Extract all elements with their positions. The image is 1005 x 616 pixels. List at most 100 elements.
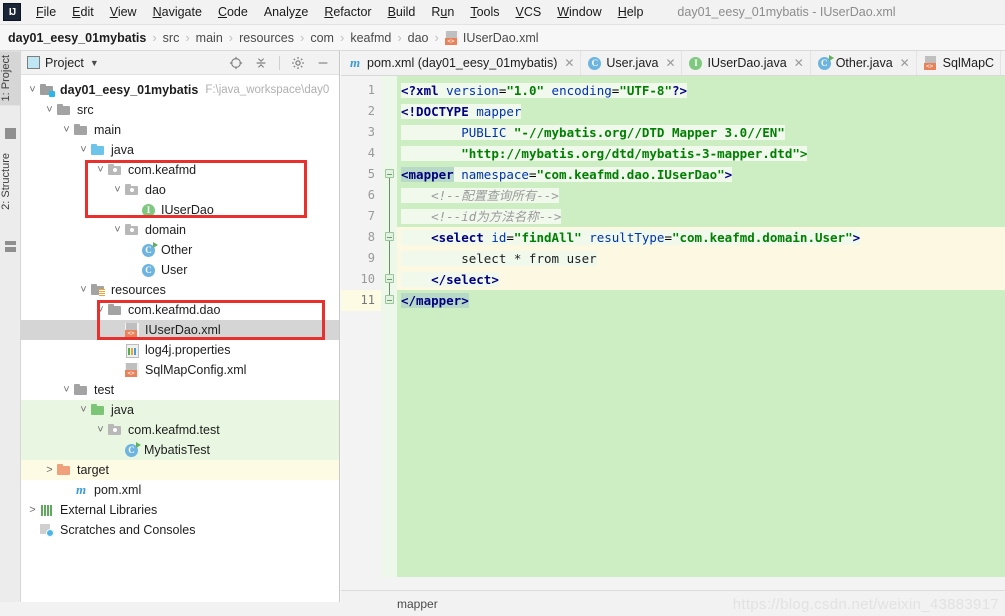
tree-node-com-keafmd[interactable]: ˅ com.keafmd xyxy=(21,160,339,180)
code-line[interactable]: "http://mybatis.org/dtd/mybatis-3-mapper… xyxy=(397,143,1005,164)
menu-item-navigate[interactable]: Navigate xyxy=(145,2,210,22)
chevron-down-icon[interactable]: ˅ xyxy=(78,404,89,416)
chevron-down-icon[interactable]: ˅ xyxy=(95,424,106,436)
tree-node-com-keafmd-test[interactable]: ˅ com.keafmd.test xyxy=(21,420,339,440)
menu-item-analyze[interactable]: Analyze xyxy=(256,2,316,22)
close-icon[interactable]: ✕ xyxy=(665,56,675,70)
tree-node-day01-eesy-01mybatis[interactable]: ˅ day01_eesy_01mybatis F:\java_workspace\d… xyxy=(21,80,339,100)
code-line[interactable]: <mapper namespace="com.keafmd.dao.IUserD… xyxy=(397,164,1005,185)
breadcrumb-item-dao[interactable]: dao xyxy=(408,31,429,45)
fold-marker[interactable] xyxy=(385,232,394,241)
chevron-down-icon[interactable]: ˅ xyxy=(95,304,106,316)
code-line[interactable]: </mapper> xyxy=(397,290,1005,311)
chevron-down-icon[interactable]: ˅ xyxy=(78,144,89,156)
fold-marker[interactable] xyxy=(385,274,394,283)
code-line[interactable]: select * from user xyxy=(397,248,1005,269)
tree-node-pom-xml[interactable]: m pom.xml xyxy=(21,480,339,500)
tree-node-dao[interactable]: ˅ dao xyxy=(21,180,339,200)
tree-node-log4j-properties[interactable]: log4j.properties xyxy=(21,340,339,360)
close-icon[interactable]: ✕ xyxy=(900,56,910,70)
menu-item-build[interactable]: Build xyxy=(380,2,424,22)
chevron-down-icon[interactable]: ˅ xyxy=(112,224,123,236)
chevron-down-icon[interactable]: ˅ xyxy=(112,184,123,196)
tree-node-iuserdao-xml[interactable]: IUserDao.xml xyxy=(21,320,339,340)
editor-tab-pom.xml-day01-eesy-01mybatis-[interactable]: m pom.xml (day01_eesy_01mybatis) ✕ xyxy=(341,51,582,75)
code-line[interactable]: </select> xyxy=(397,269,1005,290)
menu-item-vcs[interactable]: VCS xyxy=(508,2,550,22)
menu-item-window[interactable]: Window xyxy=(549,2,609,22)
tree-node-com-keafmd-dao[interactable]: ˅ com.keafmd.dao xyxy=(21,300,339,320)
chevron-down-icon[interactable]: ˅ xyxy=(78,284,89,296)
tree-node-iuserdao[interactable]: I IUserDao xyxy=(21,200,339,220)
collapse-all-icon[interactable] xyxy=(254,56,268,70)
code-folding-column[interactable] xyxy=(381,76,397,594)
tree-node-main[interactable]: ˅ main xyxy=(21,120,339,140)
tree-node-resources[interactable]: ˅ resources xyxy=(21,280,339,300)
chevron-down-icon[interactable]: ˅ xyxy=(61,124,72,136)
breadcrumb-item-keafmd[interactable]: keafmd xyxy=(350,31,391,45)
menu-item-code[interactable]: Code xyxy=(210,2,256,22)
editor-horizontal-scrollbar[interactable] xyxy=(341,577,1005,590)
editor-tab-iuserdao.java[interactable]: I IUserDao.java ✕ xyxy=(682,51,811,75)
tree-node-scratches-and-consoles[interactable]: Scratches and Consoles xyxy=(21,520,339,540)
code-editor[interactable]: 1 2 3 4 5 6 7 8 9 10 11 <?xml version="1.0" encodi… xyxy=(341,76,1005,594)
menu-item-tools[interactable]: Tools xyxy=(462,2,507,22)
breadcrumb-item-resources[interactable]: resources xyxy=(239,31,294,45)
breadcrumb-item-src[interactable]: src xyxy=(163,31,180,45)
tree-node-src[interactable]: ˅ src xyxy=(21,100,339,120)
code-line[interactable]: <!--配置查询所有--> xyxy=(397,185,1005,206)
menu-item-file[interactable]: File xyxy=(28,2,64,22)
tree-node-java[interactable]: ˅ java xyxy=(21,400,339,420)
chevron-down-icon[interactable]: ˅ xyxy=(27,84,38,96)
bottom-left-filler xyxy=(0,602,341,616)
tree-node-user[interactable]: C User xyxy=(21,260,339,280)
settings-gear-icon[interactable] xyxy=(291,56,305,70)
code-line[interactable]: <!DOCTYPE mapper xyxy=(397,101,1005,122)
sidebar-item-structure[interactable]: 2: Structure xyxy=(0,149,21,214)
menu-item-help[interactable]: Help xyxy=(610,2,652,22)
breadcrumb-separator: › xyxy=(152,30,157,45)
menu-item-run[interactable]: Run xyxy=(423,2,462,22)
chevron-right-icon[interactable]: ˃ xyxy=(44,464,55,476)
editor-area: m pom.xml (day01_eesy_01mybatis) ✕ C User.ja… xyxy=(341,51,1005,616)
tree-node-domain[interactable]: ˅ domain xyxy=(21,220,339,240)
chevron-right-icon[interactable]: ˃ xyxy=(27,504,38,516)
chevron-down-icon[interactable]: ▼ xyxy=(90,58,99,68)
chevron-down-icon[interactable]: ˅ xyxy=(95,164,106,176)
code-content[interactable]: <?xml version="1.0" encoding="UTF-8"?> <!… xyxy=(397,76,1005,594)
locate-icon[interactable] xyxy=(229,56,243,70)
tree-node-target[interactable]: ˃ target xyxy=(21,460,339,480)
breadcrumb-item-main[interactable]: main xyxy=(196,31,223,45)
breadcrumb-item-iuserdao.xml[interactable]: IUserDao.xml xyxy=(444,30,539,45)
menu-item-view[interactable]: View xyxy=(102,2,145,22)
editor-tab-label: IUserDao.java xyxy=(707,56,787,70)
tree-node-java[interactable]: ˅ java xyxy=(21,140,339,160)
menu-item-edit[interactable]: Edit xyxy=(64,2,102,22)
code-line[interactable]: <?xml version="1.0" encoding="UTF-8"?> xyxy=(397,80,1005,101)
chevron-down-icon[interactable]: ˅ xyxy=(44,104,55,116)
fold-marker[interactable] xyxy=(385,169,394,178)
tree-node-mybatistest[interactable]: C MybatisTest xyxy=(21,440,339,460)
tree-node-test[interactable]: ˅ test xyxy=(21,380,339,400)
close-icon[interactable]: ✕ xyxy=(794,56,804,70)
tree-node-external-libraries[interactable]: ˃ External Libraries xyxy=(21,500,339,520)
editor-tab-user.java[interactable]: C User.java ✕ xyxy=(581,51,683,75)
editor-tab-other.java[interactable]: C Other.java ✕ xyxy=(811,51,917,75)
menu-item-refactor[interactable]: Refactor xyxy=(316,2,379,22)
code-line[interactable]: <!--id为方法名称--> xyxy=(397,206,1005,227)
breadcrumb-item-com[interactable]: com xyxy=(310,31,334,45)
fold-marker[interactable] xyxy=(385,295,394,304)
code-line[interactable]: <select id="findAll" resultType="com.kea… xyxy=(397,227,1005,248)
tree-node-sqlmapconfig-xml[interactable]: SqlMapConfig.xml xyxy=(21,360,339,380)
sidebar-item-project[interactable]: 1: Project xyxy=(0,51,21,106)
editor-tab-sqlmapc[interactable]: SqlMapC xyxy=(917,51,1002,75)
chevron-down-icon[interactable]: ˅ xyxy=(61,384,72,396)
tree-node-other[interactable]: C Other xyxy=(21,240,339,260)
code-line[interactable]: PUBLIC "-//mybatis.org//DTD Mapper 3.0//… xyxy=(397,122,1005,143)
project-tree[interactable]: ˅ day01_eesy_01mybatis F:\java_workspace\d… xyxy=(21,75,339,592)
class-runnable-icon: C xyxy=(142,241,158,257)
breadcrumb-item-day01-eesy-01mybatis[interactable]: day01_eesy_01mybatis xyxy=(8,31,146,45)
close-icon[interactable]: ✕ xyxy=(564,56,574,70)
hide-panel-icon[interactable] xyxy=(316,56,330,70)
